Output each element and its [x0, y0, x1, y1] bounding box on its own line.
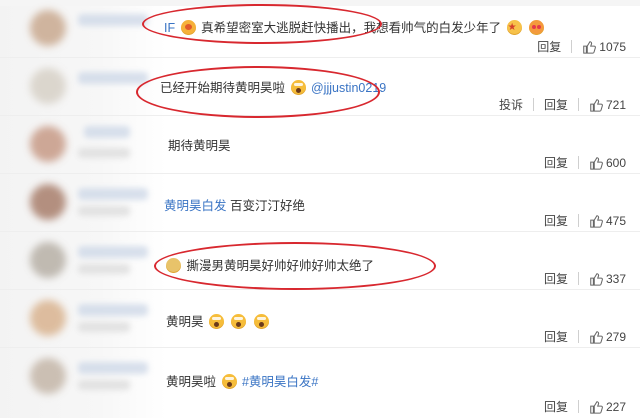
- like-count: 337: [605, 271, 626, 286]
- comment-actions: 回复 475: [544, 212, 626, 229]
- like-count: 279: [605, 329, 626, 344]
- comment-text: 黄明昊: [166, 314, 271, 330]
- thumbs-up-icon: [590, 214, 603, 228]
- divider: [571, 40, 573, 53]
- avatar[interactable]: [30, 358, 66, 394]
- reply-button[interactable]: 回复: [544, 398, 568, 415]
- star-eyes-face-icon: [506, 20, 522, 35]
- comment-row: 已经开始期待黄明昊啦 @jjjustin0219 投诉 回复 721: [0, 58, 640, 118]
- blurred-text: [78, 148, 130, 158]
- divider: [532, 98, 534, 111]
- emoji-icon: [166, 258, 181, 273]
- reply-button[interactable]: 回复: [537, 38, 561, 55]
- like-count: 721: [605, 97, 626, 112]
- divider: [577, 330, 579, 343]
- comment-text: 期待黄明昊: [168, 138, 231, 154]
- divider: [577, 400, 579, 413]
- avatar[interactable]: [30, 184, 66, 220]
- mention-link[interactable]: @jjjustin0219: [311, 81, 386, 95]
- like-button[interactable]: 600: [589, 156, 626, 170]
- comment-text: 黄明昊啦 #黄明昊白发#: [166, 374, 318, 390]
- avatar[interactable]: [30, 10, 66, 46]
- comment-row: IF 真希望密室大逃脱赶快播出，我想看帅气的白发少年了 回复 1075: [0, 0, 640, 58]
- like-count: 475: [605, 213, 626, 228]
- hashtag-link[interactable]: #黄明昊白发#: [242, 375, 318, 389]
- thumbs-up-icon: [590, 330, 603, 344]
- divider: [577, 214, 579, 227]
- like-button[interactable]: 279: [589, 330, 626, 344]
- like-count: 1075: [599, 39, 626, 54]
- comment-prefix: IF: [164, 21, 176, 35]
- blurred-username: [78, 362, 148, 374]
- comment-text: 已经开始期待黄明昊啦 @jjjustin0219: [160, 80, 386, 96]
- like-count: 600: [605, 155, 626, 170]
- like-button[interactable]: 721: [589, 98, 626, 112]
- avatar[interactable]: [30, 300, 66, 336]
- blurred-username: [78, 14, 148, 26]
- reply-button[interactable]: 回复: [544, 212, 568, 229]
- reply-button[interactable]: 回复: [544, 328, 568, 345]
- comment-text: 黄明昊白发 百变汀汀好绝: [164, 198, 305, 214]
- like-button[interactable]: 227: [589, 400, 626, 414]
- like-count: 227: [605, 399, 626, 414]
- blurred-username: [84, 126, 130, 138]
- comment-actions: 回复 279: [544, 328, 626, 345]
- reply-button[interactable]: 回复: [544, 270, 568, 287]
- comment-body: 百变汀汀好绝: [230, 199, 306, 213]
- comment-actions: 回复 600: [544, 154, 626, 171]
- scream-face-icon: [253, 314, 269, 329]
- comment-text: 撕漫男黄明昊好帅好帅好帅太绝了: [164, 258, 374, 274]
- scream-face-icon: [221, 374, 237, 389]
- divider: [577, 272, 579, 285]
- avatar[interactable]: [30, 242, 66, 278]
- scream-face-icon: [290, 80, 306, 95]
- comment-row: 黄明昊白发 百变汀汀好绝 回复 475: [0, 174, 640, 232]
- heart-eyes-face-icon: [529, 20, 545, 35]
- blurred-text: [78, 264, 130, 274]
- blurred-username: [78, 304, 148, 316]
- like-button[interactable]: 337: [589, 272, 626, 286]
- comment-text: IF 真希望密室大逃脱赶快播出，我想看帅气的白发少年了: [164, 20, 546, 36]
- reply-button[interactable]: 回复: [544, 154, 568, 171]
- like-button[interactable]: 1075: [582, 40, 626, 54]
- blurred-text: [78, 206, 130, 216]
- like-button[interactable]: 475: [589, 214, 626, 228]
- thumbs-up-icon: [590, 156, 603, 170]
- comment-row: 撕漫男黄明昊好帅好帅好帅太绝了 回复 337: [0, 232, 640, 290]
- thumbs-up-icon: [583, 40, 597, 54]
- blurred-username: [78, 188, 148, 200]
- thumbs-up-icon: [590, 272, 603, 286]
- comment-body: 黄明昊: [166, 315, 204, 329]
- comment-body: 撕漫男黄明昊好帅好帅好帅太绝了: [186, 259, 374, 273]
- comment-body: 已经开始期待黄明昊啦: [160, 81, 286, 95]
- comment-actions: 回复 227: [544, 398, 626, 415]
- scream-face-icon: [209, 314, 224, 329]
- scream-face-icon: [231, 314, 247, 329]
- blurred-username: [78, 72, 148, 84]
- comment-actions: 回复 1075: [537, 38, 626, 55]
- thumbs-up-icon: [590, 400, 603, 414]
- comment-body: 期待黄明昊: [168, 139, 231, 153]
- blurred-text: [78, 380, 130, 390]
- blurred-username: [78, 246, 148, 258]
- thumbs-up-icon: [590, 98, 603, 112]
- comment-row: 期待黄明昊 回复 600: [0, 116, 640, 174]
- comment-actions: 投诉 回复 721: [499, 96, 626, 113]
- comment-row: 黄明昊 回复 279: [0, 290, 640, 348]
- hashtag-link[interactable]: 黄明昊白发: [164, 199, 227, 213]
- blurred-text: [78, 322, 130, 332]
- comment-row: 黄明昊啦 #黄明昊白发# 回复 227: [0, 348, 640, 418]
- report-button[interactable]: 投诉: [499, 96, 523, 113]
- reply-button[interactable]: 回复: [544, 96, 568, 113]
- divider: [577, 98, 579, 111]
- comment-body: 真希望密室大逃脱赶快播出，我想看帅气的白发少年了: [201, 21, 502, 35]
- avatar[interactable]: [30, 68, 66, 104]
- comment-actions: 回复 337: [544, 270, 626, 287]
- avatar[interactable]: [30, 126, 66, 162]
- fire-face-icon: [180, 20, 196, 35]
- divider: [577, 156, 579, 169]
- comment-body: 黄明昊啦: [166, 375, 217, 389]
